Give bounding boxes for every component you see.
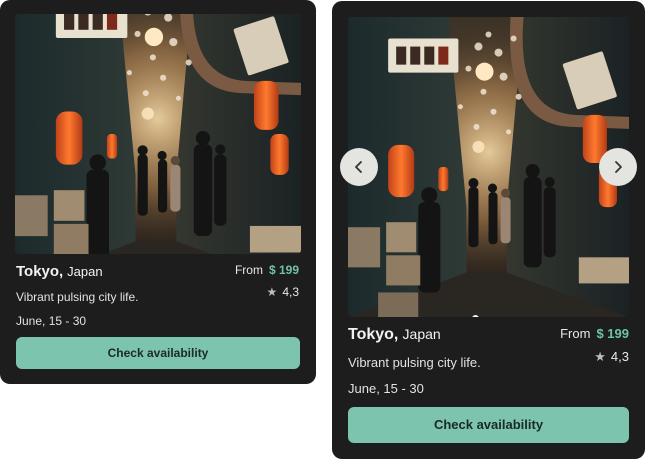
check-availability-button[interactable]: Check availability bbox=[16, 337, 300, 369]
price-prefix: From bbox=[560, 326, 591, 341]
city-name: Tokyo, bbox=[16, 263, 64, 280]
rating: ★ 4,3 bbox=[594, 349, 629, 365]
destination-photo bbox=[15, 14, 301, 254]
rating: ★ 4,3 bbox=[267, 285, 299, 299]
price-amount: $ 199 bbox=[596, 326, 629, 341]
star-icon: ★ bbox=[266, 285, 278, 299]
description: Vibrant pulsing city life. bbox=[16, 290, 139, 304]
price-prefix: From bbox=[234, 263, 263, 277]
destination-title: Tokyo, Japan bbox=[16, 263, 103, 280]
travel-dates: June, 15 - 30 bbox=[348, 381, 424, 396]
country-name: Japan bbox=[67, 264, 103, 279]
price: From $ 199 bbox=[235, 263, 299, 277]
description: Vibrant pulsing city life. bbox=[348, 355, 481, 370]
carousel-dot[interactable] bbox=[492, 316, 497, 317]
rating-value: 4,3 bbox=[610, 349, 629, 364]
carousel-prev-button[interactable] bbox=[340, 148, 378, 186]
chevron-right-icon bbox=[615, 161, 622, 173]
carousel-indicators bbox=[471, 315, 506, 317]
travel-dates: June, 15 - 30 bbox=[16, 314, 87, 328]
destination-title: Tokyo, Japan bbox=[348, 326, 441, 344]
price: From $ 199 bbox=[560, 326, 629, 341]
destination-card: Tokyo, Japan From $ 199 ★ 4,3 Vibrant puls… bbox=[0, 0, 316, 384]
country-name: Japan bbox=[402, 326, 441, 342]
carousel-dot[interactable] bbox=[501, 316, 506, 317]
carousel-next-button[interactable] bbox=[599, 148, 637, 186]
carousel-dot[interactable] bbox=[483, 316, 488, 317]
rating-value: 4,3 bbox=[282, 285, 299, 299]
city-name: Tokyo, bbox=[348, 326, 399, 343]
destination-photo bbox=[348, 17, 629, 317]
check-availability-button[interactable]: Check availability bbox=[348, 407, 629, 443]
price-amount: $ 199 bbox=[268, 263, 299, 277]
carousel-dot-active[interactable] bbox=[471, 315, 479, 317]
star-icon: ★ bbox=[594, 349, 606, 364]
destination-card-carousel: Tokyo, Japan From $ 199 ★ 4,3 Vibrant puls… bbox=[332, 1, 645, 459]
chevron-left-icon bbox=[355, 161, 362, 173]
